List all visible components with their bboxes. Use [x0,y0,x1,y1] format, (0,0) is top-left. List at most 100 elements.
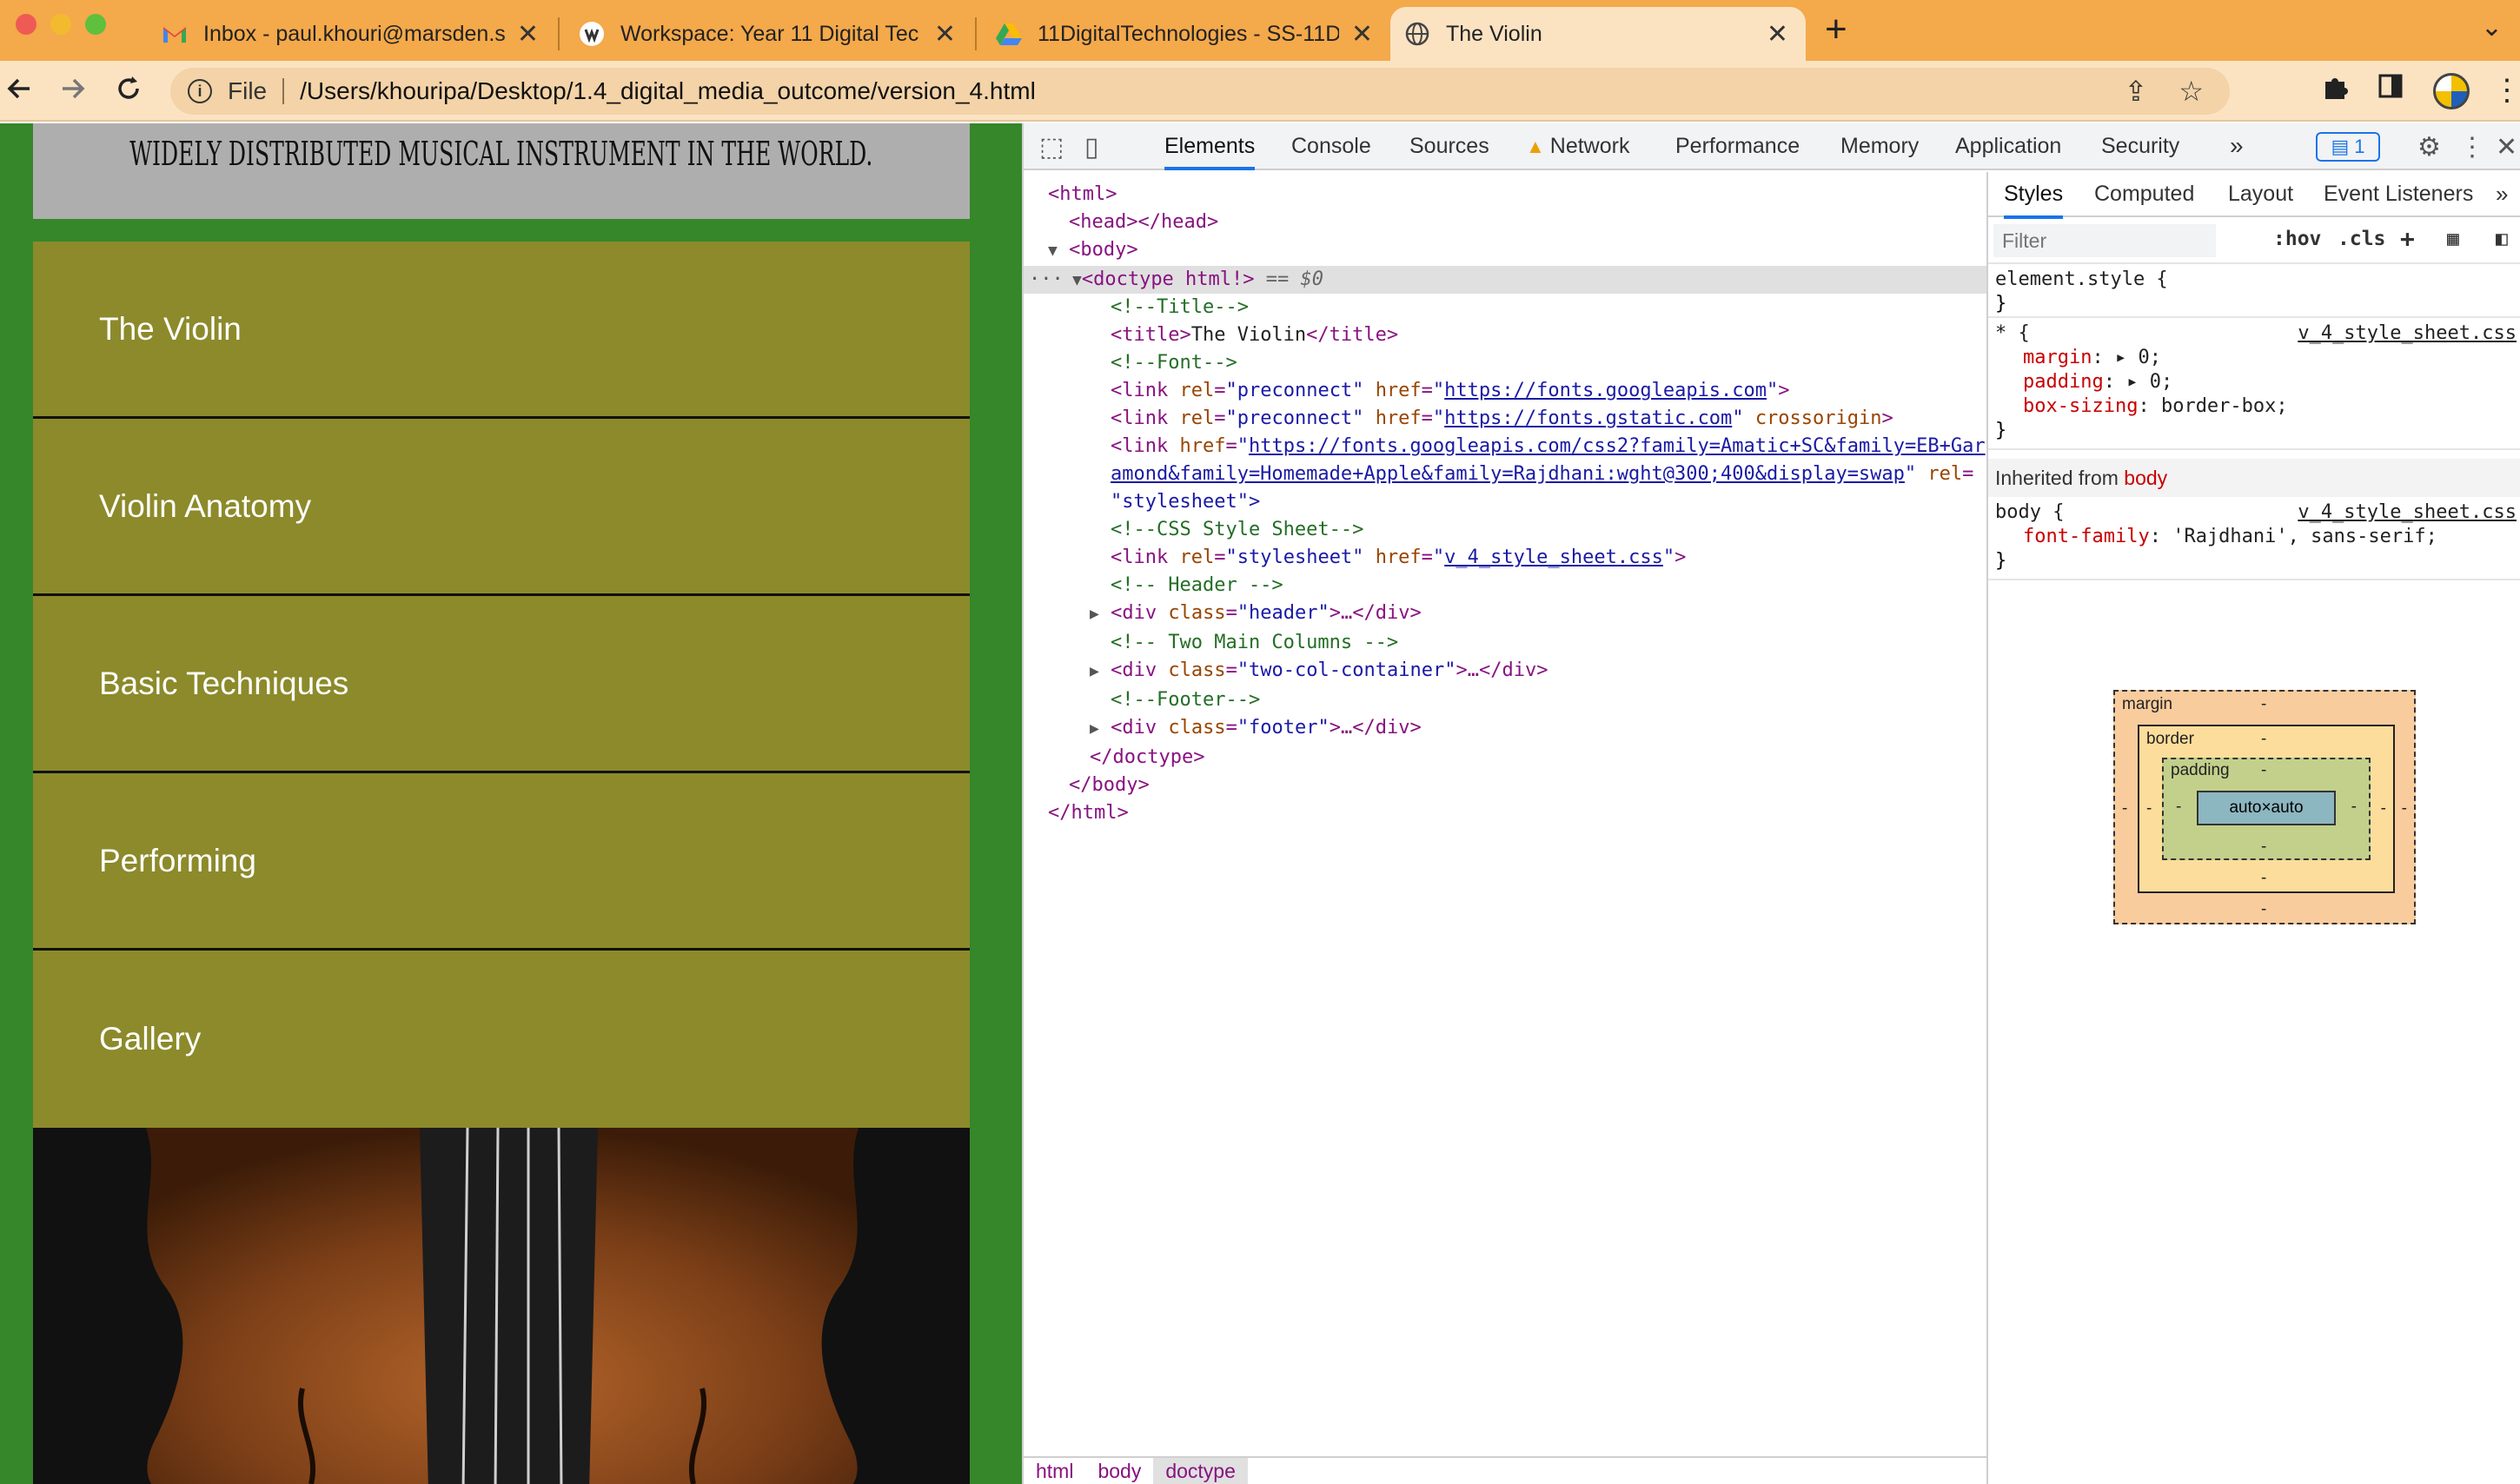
new-rule-plus-icon[interactable]: + [2400,224,2415,253]
dom-node-head[interactable]: <head></head> [1024,209,1986,236]
box-model-margin[interactable]: margin - - - - border - - - - padding - … [2113,690,2416,924]
tab-application[interactable]: Application [1955,123,2061,170]
dom-node-link[interactable]: <link href="https://fonts.googleapis.com… [1024,433,1986,460]
browser-tab-drive[interactable]: 11DigitalTechnologies - SS-11D ✕ [982,7,1390,61]
dom-node-link[interactable]: <link rel="stylesheet" href="v_4_style_s… [1024,544,1986,572]
padding-left-value[interactable]: - [2176,798,2181,817]
paint-brush-icon[interactable]: ▦ [2447,228,2459,250]
more-tabs-icon[interactable]: » [2230,123,2244,170]
margin-bottom-value[interactable]: - [2261,900,2266,919]
margin-left-value[interactable]: - [2122,799,2127,818]
url-text[interactable]: /Users/khouripa/Desktop/1.4_digital_medi… [300,77,1036,105]
href-link[interactable]: amond&family=Homemade+Apple&family=Rajdh… [1111,463,1905,485]
tab-layout[interactable]: Layout [2228,172,2293,215]
expand-arrow-icon[interactable]: ▶ [1090,662,1099,680]
margin-right-value[interactable]: - [2402,799,2407,818]
tab-elements[interactable]: Elements [1164,123,1256,170]
address-bar[interactable]: i File /Users/khouripa/Desktop/1.4_digit… [170,68,2230,115]
dom-node-title[interactable]: <title>The Violin</title> [1024,321,1986,349]
browser-tab-gmail[interactable]: Inbox - paul.khouri@marsden.s ✕ [148,7,556,61]
box-model-content[interactable]: auto×auto [2197,791,2336,825]
dom-comment[interactable]: <!--Font--> [1024,349,1986,377]
dom-node-link[interactable]: <link rel="preconnect" href="https://fon… [1024,405,1986,433]
dom-node-body[interactable]: ▼ <body> [1024,236,1986,264]
more-actions-icon[interactable]: ··· [1029,266,1064,294]
padding-right-value[interactable]: - [2351,798,2357,817]
dom-node-doctype[interactable]: ··· ▼<doctype html!> == $0 [1024,266,1986,294]
tab-performance[interactable]: Performance [1675,123,1800,170]
stylesheet-source-link[interactable]: v_4_style_sheet.css [2298,321,2517,346]
href-link[interactable]: https://fonts.googleapis.com/css2?family… [1249,435,1986,457]
forward-button[interactable] [57,73,89,111]
tab-computed[interactable]: Computed [2094,172,2194,215]
nav-item-gallery[interactable]: Gallery [33,951,970,1128]
minimize-window-button[interactable] [50,14,71,35]
inherited-from-link[interactable]: body [2124,467,2167,489]
href-link[interactable]: https://fonts.gstatic.com [1444,407,1732,429]
reload-button[interactable] [113,73,144,111]
toggle-sidebar-icon[interactable]: ◧ [2496,228,2508,250]
close-tab-icon[interactable]: ✕ [1351,19,1373,50]
tab-search-chevron-icon[interactable]: ⌄ [2481,12,2503,43]
issues-badge[interactable]: ▤ 1 [2316,132,2380,162]
border-bottom-value[interactable]: - [2261,869,2266,888]
selector-line[interactable]: body {v_4_style_sheet.css [1988,500,2520,525]
border-left-value[interactable]: - [2146,799,2152,818]
box-model-border[interactable]: border - - - - padding - - - - auto×auto [2138,725,2395,893]
tab-security[interactable]: Security [2101,123,2179,170]
browser-tab-workspace[interactable]: Workspace: Year 11 Digital Tec ✕ [565,7,973,61]
selector-line[interactable]: element.style { [1988,268,2520,292]
tab-styles[interactable]: Styles [2004,172,2064,219]
css-property[interactable]: box-sizing: border-box; [1988,394,2520,419]
side-panel-icon[interactable] [2377,73,2404,107]
breadcrumb-body[interactable]: body [1085,1458,1153,1484]
expand-arrow-icon[interactable]: ▶ [1090,605,1099,623]
dom-node-link-cont[interactable]: amond&family=Homemade+Apple&family=Rajdh… [1024,460,1986,488]
close-tab-icon[interactable]: ✕ [1767,19,1788,50]
dom-node-html-close[interactable]: </html> [1024,799,1986,827]
close-window-button[interactable] [16,14,36,35]
dom-node-html[interactable]: <html> [1024,181,1986,209]
breadcrumb-doctype[interactable]: doctype [1153,1458,1248,1484]
devtools-menu-icon[interactable]: ⋮ [2459,132,2485,162]
tab-network[interactable]: ▲ Network [1526,123,1629,170]
dom-node-body-close[interactable]: </body> [1024,772,1986,799]
stylesheet-source-link[interactable]: v_4_style_sheet.css [2298,500,2517,525]
dom-comment[interactable]: <!--Title--> [1024,294,1986,321]
expand-arrow-icon[interactable]: ▼ [1048,242,1058,260]
tab-event-listeners[interactable]: Event Listeners [2324,172,2473,215]
settings-gear-icon[interactable]: ⚙ [2417,132,2441,162]
dom-node-doctype-close[interactable]: </doctype> [1024,744,1986,772]
close-tab-icon[interactable]: ✕ [517,19,539,50]
nav-item-basic-techniques[interactable]: Basic Techniques [33,596,970,773]
dom-comment[interactable]: <!-- Two Main Columns --> [1024,629,1986,657]
browser-menu-icon[interactable]: ⋮ [2492,73,2520,108]
styles-filter-input[interactable] [1993,224,2216,257]
margin-top-value[interactable]: - [2261,695,2266,714]
breadcrumb-html[interactable]: html [1024,1458,1085,1484]
class-toggle[interactable]: .cls [2338,228,2385,250]
padding-bottom-value[interactable]: - [2261,838,2266,857]
padding-top-value[interactable]: - [2261,761,2266,780]
selector-line[interactable]: * {v_4_style_sheet.css [1988,321,2520,346]
css-property[interactable]: font-family: 'Rajdhani', sans-serif; [1988,525,2520,549]
dom-node-link-cont[interactable]: "stylesheet"> [1024,488,1986,516]
expand-arrow-icon[interactable]: ▶ [1090,719,1099,738]
href-link[interactable]: v_4_style_sheet.css [1444,547,1663,568]
dom-comment[interactable]: <!-- Header --> [1024,572,1986,600]
new-tab-button[interactable]: + [1825,9,1847,50]
bookmark-star-icon[interactable]: ☆ [2178,75,2204,108]
hover-state-toggle[interactable]: :hov [2273,228,2321,250]
tab-memory[interactable]: Memory [1840,123,1919,170]
share-icon[interactable]: ⇪ [2125,75,2148,108]
dom-node-div-header[interactable]: ▶ <div class="header">…</div> [1024,600,1986,627]
dom-comment[interactable]: <!--CSS Style Sheet--> [1024,516,1986,544]
zoom-window-button[interactable] [85,14,106,35]
border-right-value[interactable]: - [2381,799,2386,818]
css-property[interactable]: padding: ▸ 0; [1988,370,2520,394]
site-info-icon[interactable]: i [188,79,212,103]
dom-node-link[interactable]: <link rel="preconnect" href="https://fon… [1024,377,1986,405]
nav-item-performing[interactable]: Performing [33,773,970,951]
tab-sources[interactable]: Sources [1409,123,1489,170]
extensions-puzzle-icon[interactable] [2320,73,2350,110]
